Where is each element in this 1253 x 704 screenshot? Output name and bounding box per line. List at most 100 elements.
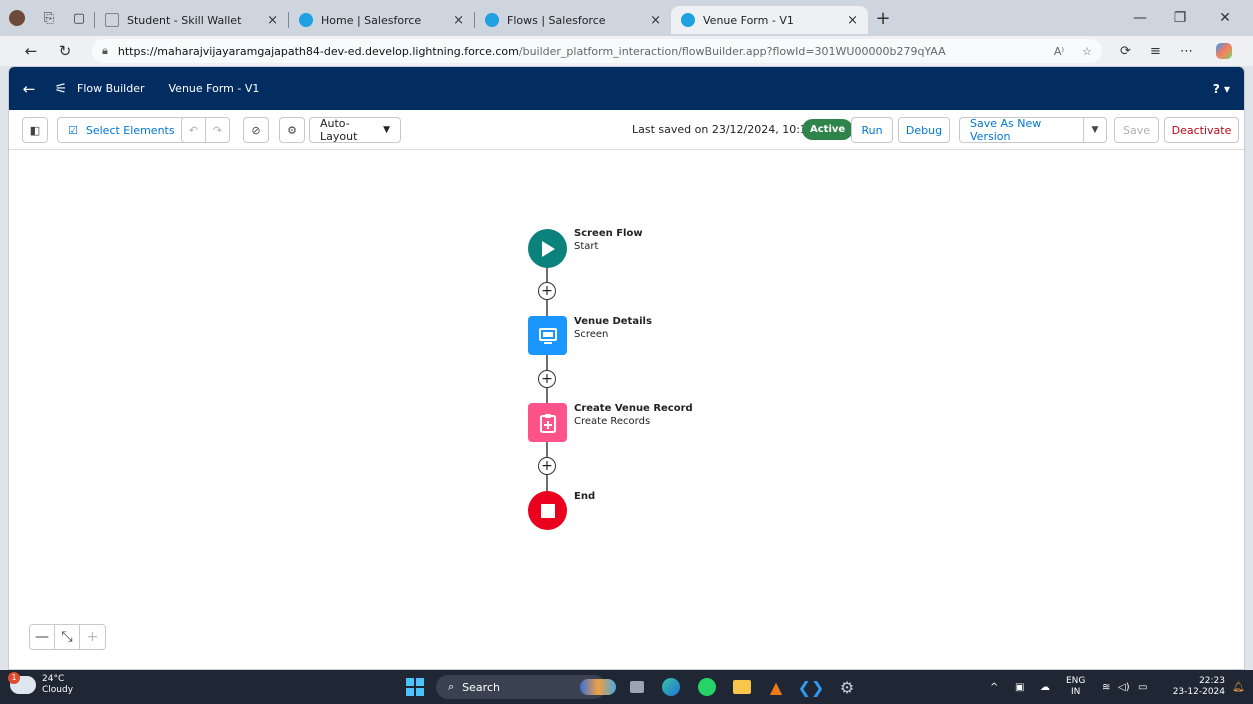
select-elements-icon: ☑ bbox=[68, 123, 78, 137]
lang-line1: ENG bbox=[1066, 676, 1086, 686]
minimize-icon[interactable]: — bbox=[1120, 0, 1160, 36]
node-title: Screen Flow bbox=[574, 228, 643, 239]
run-button[interactable]: Run bbox=[851, 117, 893, 143]
copilot-icon[interactable] bbox=[1216, 36, 1232, 66]
vscode-icon[interactable]: ❮❯ bbox=[798, 676, 825, 698]
cloud-icon: 1 bbox=[8, 672, 36, 694]
more-icon[interactable]: ⋯ bbox=[1180, 36, 1193, 66]
volume-icon[interactable]: ◁) bbox=[1118, 670, 1130, 704]
start-node-label: Screen Flow Start bbox=[574, 227, 643, 253]
redo-icon[interactable]: ↷ bbox=[205, 117, 230, 143]
profile-avatar-icon[interactable] bbox=[0, 0, 34, 36]
close-icon[interactable]: × bbox=[650, 13, 661, 28]
node-subtitle: Screen bbox=[574, 329, 609, 340]
fit-view-button[interactable]: ⤡ bbox=[55, 625, 80, 649]
extensions-icon[interactable]: ⟳ bbox=[1120, 36, 1131, 66]
onedrive-cloud-icon[interactable]: ☁ bbox=[1040, 670, 1050, 704]
close-icon[interactable]: × bbox=[453, 13, 464, 28]
lock-icon: 🔒︎ bbox=[102, 44, 108, 57]
notification-bell-icon[interactable]: 🔔︎ bbox=[1232, 670, 1245, 704]
select-elements-button[interactable]: ☑ Select Elements bbox=[57, 117, 186, 143]
tab-actions-icon[interactable]: ▢ bbox=[64, 0, 94, 36]
tab-venue-form[interactable]: Venue Form - V1 × bbox=[671, 6, 868, 34]
add-element-button[interactable]: + bbox=[538, 457, 556, 475]
screen-icon bbox=[538, 327, 557, 344]
save-as-new-version-button[interactable]: Save As New Version bbox=[959, 117, 1084, 143]
language-indicator[interactable]: ENG IN bbox=[1066, 670, 1085, 704]
weather-widget[interactable]: 1 24°C Cloudy bbox=[8, 672, 73, 696]
close-icon[interactable]: × bbox=[847, 13, 858, 28]
windows-start-icon[interactable] bbox=[404, 676, 426, 698]
salesforce-app-frame: ← ⚟ Flow Builder Venue Form - V1 ? ▾ ◧ ☑… bbox=[8, 66, 1245, 670]
tray-app-icon[interactable]: ▣ bbox=[1015, 670, 1024, 704]
settings-gear-icon[interactable]: ⚙ bbox=[836, 676, 858, 698]
new-tab-icon[interactable]: + bbox=[868, 0, 898, 36]
address-bar-row: ← ↻ 🔒︎ https://maharajvijayaramgajapath8… bbox=[0, 36, 1253, 66]
help-menu-button[interactable]: ? ▾ bbox=[1213, 82, 1230, 96]
toggle-panel-icon[interactable]: ◧ bbox=[22, 117, 48, 143]
close-icon[interactable]: × bbox=[267, 13, 278, 28]
wifi-icon[interactable]: ≋ bbox=[1102, 670, 1110, 704]
tab-student-skill-wallet[interactable]: Student - Skill Wallet × bbox=[95, 6, 288, 34]
zoom-controls: — ⤡ + bbox=[29, 624, 106, 650]
url-path: /builder_platform_interaction/flowBuilde… bbox=[518, 44, 946, 58]
flow-toolbar: ◧ ☑ Select Elements ↶ ↷ ⊘ ⚙ Auto-Layout … bbox=[9, 110, 1244, 150]
create-venue-record-node[interactable] bbox=[528, 403, 567, 442]
tab-flows-salesforce[interactable]: Flows | Salesforce × bbox=[475, 6, 671, 34]
end-node[interactable] bbox=[528, 491, 567, 530]
restore-icon[interactable]: ❐ bbox=[1160, 0, 1200, 36]
error-check-icon[interactable]: ⊘ bbox=[243, 117, 269, 143]
favorite-star-icon[interactable]: ☆ bbox=[1082, 45, 1092, 58]
system-clock[interactable]: 22:23 23-12-2024 bbox=[1173, 676, 1225, 698]
whatsapp-icon[interactable] bbox=[696, 676, 718, 698]
play-icon bbox=[541, 240, 555, 257]
back-arrow-icon[interactable]: ← bbox=[16, 42, 46, 60]
node-subtitle: Create Records bbox=[574, 416, 651, 427]
debug-button[interactable]: Debug bbox=[898, 117, 950, 143]
task-view-icon[interactable] bbox=[626, 676, 648, 698]
app-title: Flow Builder bbox=[77, 82, 145, 95]
tab-label: Venue Form - V1 bbox=[703, 13, 794, 27]
add-element-button[interactable]: + bbox=[538, 370, 556, 388]
status-badge: Active bbox=[802, 119, 854, 140]
chevron-down-icon: ▼ bbox=[383, 125, 390, 135]
deactivate-button[interactable]: Deactivate bbox=[1164, 117, 1239, 143]
add-element-button[interactable]: + bbox=[538, 282, 556, 300]
back-arrow-icon[interactable]: ← bbox=[9, 80, 49, 98]
flow-canvas[interactable]: + + + Screen Flow Start Venue Details Sc… bbox=[9, 150, 1244, 669]
vlc-icon[interactable]: ▲ bbox=[765, 676, 787, 698]
workspaces-icon[interactable]: ⎘ bbox=[34, 0, 64, 36]
node-title: Venue Details bbox=[574, 316, 652, 327]
refresh-icon[interactable]: ↻ bbox=[50, 42, 80, 60]
read-aloud-icon[interactable]: A⁾ bbox=[1054, 45, 1064, 58]
node-subtitle: Start bbox=[574, 241, 599, 252]
venue-details-screen-node[interactable] bbox=[528, 316, 567, 355]
stop-icon bbox=[540, 503, 555, 518]
flow-builder-header: ← ⚟ Flow Builder Venue Form - V1 ? ▾ bbox=[9, 67, 1244, 110]
layout-dropdown[interactable]: Auto-Layout ▼ bbox=[309, 117, 401, 143]
settings-gear-icon[interactable]: ⚙ bbox=[279, 117, 305, 143]
venue-details-node-label: Venue Details Screen bbox=[574, 315, 652, 341]
tab-home-salesforce[interactable]: Home | Salesforce × bbox=[289, 6, 474, 34]
favorites-icon[interactable]: ≡ bbox=[1150, 36, 1161, 66]
undo-icon[interactable]: ↶ bbox=[181, 117, 206, 143]
start-node[interactable] bbox=[528, 229, 567, 268]
browser-tab-strip: ⎘ ▢ Student - Skill Wallet × Home | Sale… bbox=[0, 0, 1253, 36]
widgets-landscape-icon[interactable] bbox=[578, 676, 618, 698]
save-button[interactable]: Save bbox=[1114, 117, 1159, 143]
search-label: Search bbox=[462, 680, 500, 694]
zoom-out-button[interactable]: — bbox=[30, 625, 55, 649]
url-field[interactable]: 🔒︎ https://maharajvijayaramgajapath84-de… bbox=[92, 39, 1102, 63]
zoom-in-button[interactable]: + bbox=[80, 625, 105, 649]
edge-browser-icon[interactable] bbox=[660, 676, 682, 698]
tray-chevron-up-icon[interactable]: ^ bbox=[990, 670, 998, 704]
salesforce-cloud-icon bbox=[485, 13, 499, 27]
end-node-label: End bbox=[574, 490, 595, 503]
tab-label: Home | Salesforce bbox=[321, 13, 422, 27]
tab-favicon-icon bbox=[105, 13, 119, 27]
file-explorer-icon[interactable] bbox=[731, 676, 753, 698]
chevron-down-icon[interactable]: ▼ bbox=[1083, 117, 1107, 143]
window-close-icon[interactable]: ✕ bbox=[1205, 0, 1245, 36]
search-icon: ⌕ bbox=[448, 680, 455, 693]
battery-icon[interactable]: ▭ bbox=[1138, 670, 1147, 704]
